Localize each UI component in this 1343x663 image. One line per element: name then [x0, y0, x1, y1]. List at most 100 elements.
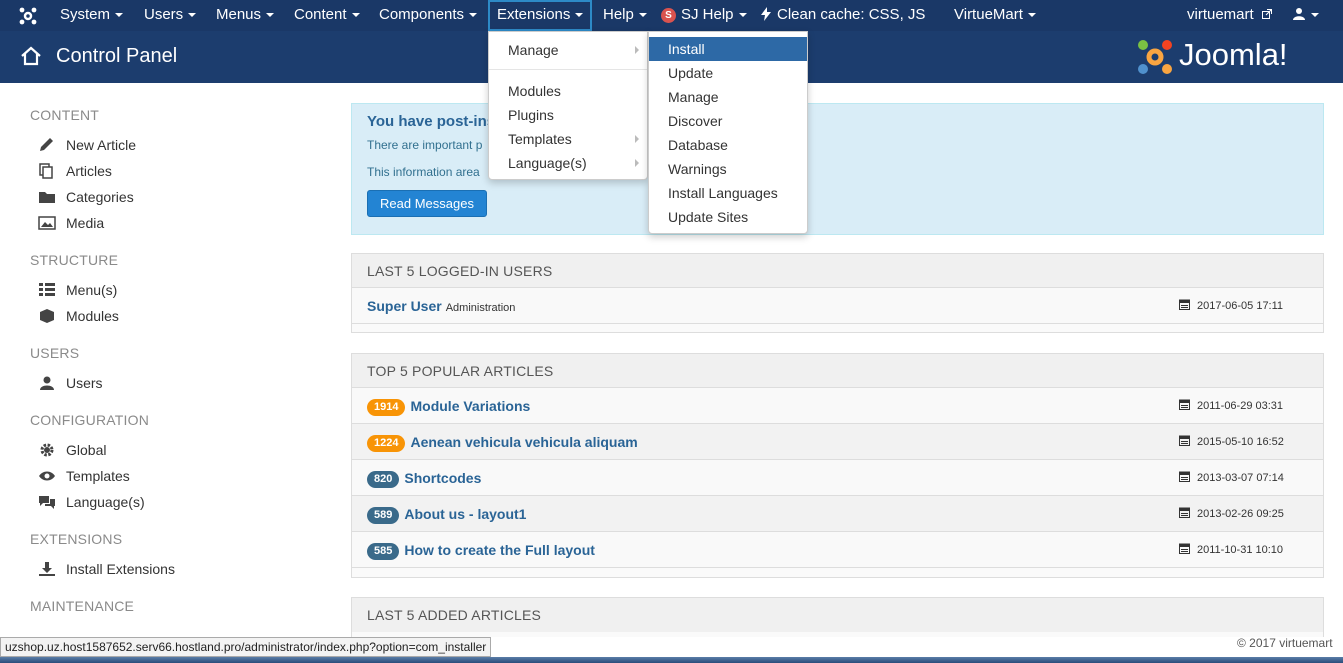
nav-users[interactable]: Users: [144, 0, 197, 31]
table-row: 820 Shortcodes 2013-03-07 07:14: [352, 460, 1323, 496]
menu-item-manage[interactable]: Manage: [489, 38, 647, 62]
alert-text-line: This information area: [367, 165, 480, 179]
alert-text-line: There are important p: [367, 138, 483, 152]
menu-item-warnings[interactable]: Warnings: [649, 157, 807, 181]
sidebar-link-modules[interactable]: Modules: [38, 308, 119, 324]
footer-copyright: © 2017 virtuemart: [1237, 636, 1333, 650]
calendar-icon: [1179, 435, 1190, 446]
nav-content[interactable]: Content: [294, 0, 360, 31]
sidebar-heading-content: CONTENT: [30, 107, 100, 123]
nav-clean-cache[interactable]: Clean cache: CSS, JS: [760, 0, 925, 31]
menu-item-discover[interactable]: Discover: [649, 109, 807, 133]
download-icon: [39, 562, 55, 576]
sidebar: CONTENT New Article Articles Categories …: [0, 83, 330, 643]
sidebar-link-users[interactable]: Users: [38, 375, 103, 391]
nav-virtuemart[interactable]: VirtueMart: [954, 0, 1036, 31]
article-link[interactable]: 1914 Module Variations: [367, 398, 530, 416]
sidebar-link-templates[interactable]: Templates: [38, 468, 130, 484]
menu-item-languages[interactable]: Language(s): [489, 151, 647, 175]
top-navbar: System Users Menus Content Components Ex…: [0, 0, 1343, 31]
os-taskbar: [0, 657, 1343, 663]
panel-heading: LAST 5 LOGGED-IN USERS: [352, 254, 1323, 288]
alert-title: You have post-ins: [367, 113, 496, 130]
row-date: 2013-02-26 09:25: [1179, 507, 1284, 520]
read-messages-button[interactable]: Read Messages: [367, 190, 487, 217]
sidebar-link-media[interactable]: Media: [38, 215, 104, 231]
sidebar-heading-users: USERS: [30, 345, 80, 361]
menu-item-update[interactable]: Update: [649, 61, 807, 85]
caret-down-icon: [1027, 13, 1036, 18]
menu-item-plugins[interactable]: Plugins: [489, 103, 647, 127]
sidebar-heading-configuration: CONFIGURATION: [30, 412, 150, 428]
menu-item-manage-extensions[interactable]: Manage: [649, 85, 807, 109]
nav-sj-help[interactable]: S SJ Help: [661, 0, 747, 31]
gear-icon: [40, 443, 54, 457]
caret-down-icon: [351, 13, 360, 18]
sidebar-link-global[interactable]: Global: [38, 442, 106, 458]
article-link[interactable]: 820 Shortcodes: [367, 470, 481, 488]
sidebar-link-articles[interactable]: Articles: [38, 163, 112, 179]
hits-badge: 585: [367, 543, 400, 560]
sidebar-link-categories[interactable]: Categories: [38, 189, 134, 205]
joomla-brand-logo: Joomla!: [1135, 37, 1335, 77]
popular-articles-panel: TOP 5 POPULAR ARTICLES 1914 Module Variat…: [351, 353, 1324, 578]
lightning-icon: [761, 7, 771, 21]
hits-badge: 1914: [367, 399, 406, 416]
sidebar-link-install-extensions[interactable]: Install Extensions: [38, 561, 175, 577]
nav-user-menu[interactable]: [1292, 0, 1319, 31]
list-icon: [39, 283, 55, 296]
user-icon: [1293, 8, 1305, 20]
sidebar-heading-maintenance: MAINTENANCE: [30, 598, 135, 614]
caret-down-icon: [575, 13, 584, 18]
nav-site-link[interactable]: virtuemart: [1187, 0, 1272, 31]
calendar-icon: [1179, 299, 1190, 310]
chevron-right-icon: [635, 46, 639, 54]
caret-down-icon: [638, 13, 647, 18]
caret-down-icon: [266, 13, 275, 18]
menu-item-templates[interactable]: Templates: [489, 127, 647, 151]
pencil-icon: [40, 138, 53, 151]
joomla-wordmark: Joomla!: [1179, 37, 1288, 72]
sidebar-link-menus[interactable]: Menu(s): [38, 282, 117, 298]
browser-status-url: uzshop.uz.host1587652.serv66.hostland.pr…: [0, 637, 492, 657]
article-link[interactable]: 1224 Aenean vehicula vehicula aliquam: [367, 434, 638, 452]
extensions-dropdown: Manage Modules Plugins Templates Languag…: [488, 31, 648, 180]
menu-item-install-languages[interactable]: Install Languages: [649, 181, 807, 205]
menu-item-modules[interactable]: Modules: [489, 79, 647, 103]
sidebar-heading-structure: STRUCTURE: [30, 252, 119, 268]
sj-badge-icon: S: [661, 7, 676, 23]
table-row: 1914 Module Variations 2011-06-29 03:31: [352, 388, 1323, 424]
cube-icon: [40, 309, 54, 323]
menu-item-install[interactable]: Install: [649, 37, 807, 61]
caret-down-icon: [738, 13, 747, 18]
caret-down-icon: [188, 13, 197, 18]
article-link[interactable]: 585 How to create the Full layout: [367, 542, 595, 560]
hits-badge: 1224: [367, 435, 406, 452]
table-row: 1224 Aenean vehicula vehicula aliquam 201…: [352, 424, 1323, 460]
user-link[interactable]: Super User Administration: [367, 298, 515, 314]
sidebar-link-new-article[interactable]: New Article: [38, 137, 136, 153]
calendar-icon: [1179, 543, 1190, 554]
nav-menus[interactable]: Menus: [216, 0, 275, 31]
image-icon: [38, 216, 56, 230]
row-date: 2011-10-31 10:10: [1179, 543, 1283, 556]
page-title: Control Panel: [56, 45, 178, 67]
nav-extensions[interactable]: Extensions: [488, 0, 592, 31]
row-date: 2015-05-10 16:52: [1179, 435, 1284, 448]
sidebar-link-languages[interactable]: Language(s): [38, 494, 145, 510]
table-row: 585 How to create the Full layout 2011-10…: [352, 532, 1323, 568]
folder-icon: [39, 192, 55, 203]
menu-item-database[interactable]: Database: [649, 133, 807, 157]
nav-help[interactable]: Help: [603, 0, 647, 31]
comments-icon: [39, 496, 55, 509]
nav-components[interactable]: Components: [379, 0, 478, 31]
user-role: Administration: [445, 302, 516, 314]
joomla-logo-icon[interactable]: [18, 6, 38, 26]
calendar-icon: [1179, 399, 1190, 410]
article-link[interactable]: 589 About us - layout1: [367, 506, 526, 524]
hits-badge: 820: [367, 471, 400, 488]
nav-system[interactable]: System: [60, 0, 124, 31]
row-date: 2013-03-07 07:14: [1179, 471, 1284, 484]
hits-badge: 589: [367, 507, 400, 524]
menu-item-update-sites[interactable]: Update Sites: [649, 205, 807, 229]
